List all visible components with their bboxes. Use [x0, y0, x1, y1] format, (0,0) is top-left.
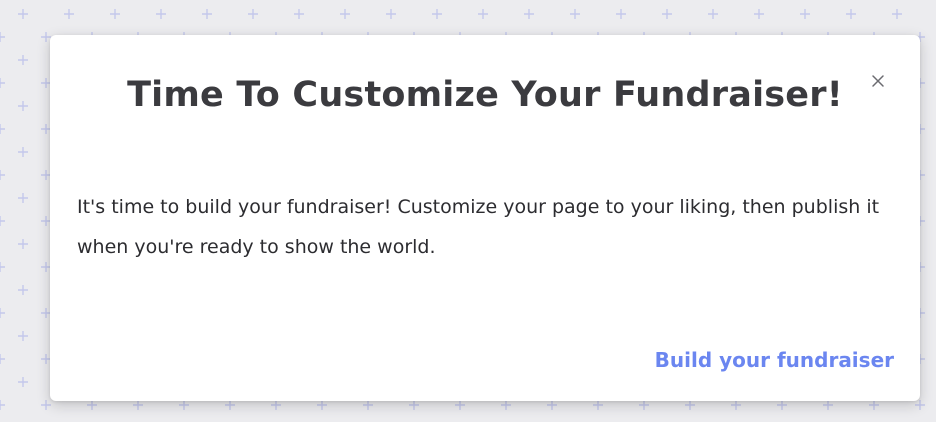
- customize-fundraiser-modal: Time To Customize Your Fundraiser! It's …: [50, 35, 920, 401]
- close-button[interactable]: [866, 69, 890, 93]
- modal-title: Time To Customize Your Fundraiser!: [127, 75, 843, 115]
- modal-body-text: It's time to build your fundraiser! Cust…: [77, 196, 880, 258]
- build-fundraiser-link[interactable]: Build your fundraiser: [655, 348, 894, 372]
- close-icon: [872, 75, 884, 87]
